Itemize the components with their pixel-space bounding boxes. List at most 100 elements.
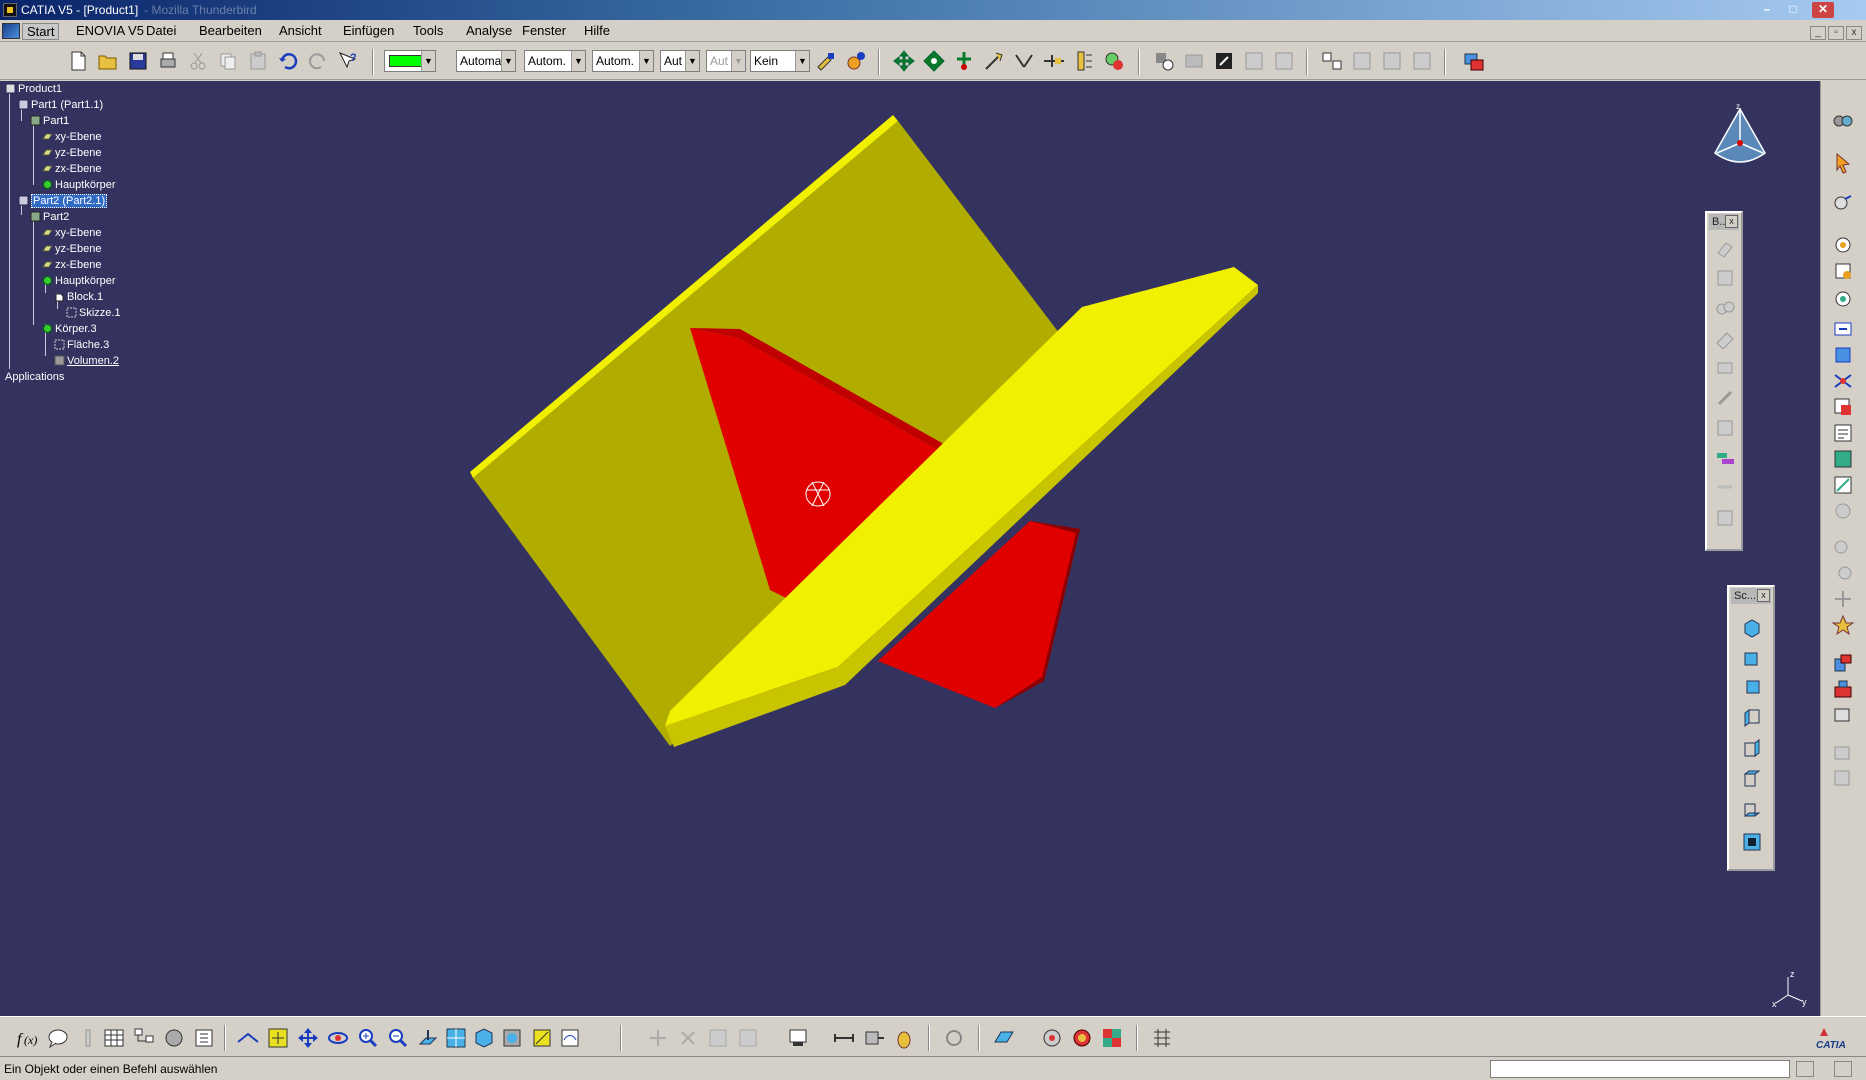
knowledge-icon[interactable] [1242,49,1266,73]
tree-node-body-3[interactable]: Körper.3 [42,321,97,337]
menu-einfuegen[interactable]: Einfügen [339,23,398,40]
properties-icon[interactable] [844,49,868,73]
multi-view-icon[interactable] [444,1026,468,1050]
new-product-icon[interactable] [1831,233,1855,257]
color-dropdown[interactable]: ▼ [384,50,436,72]
top-view-icon[interactable] [1741,767,1763,789]
spreadsheet-icon[interactable] [676,1026,700,1050]
menu-start[interactable]: Start [22,23,60,40]
grid-icon[interactable] [1150,1026,1174,1050]
boolean-color-icon[interactable] [1714,447,1736,469]
compass-icon[interactable]: z [1705,103,1775,183]
bottom-view-icon[interactable] [1741,797,1763,819]
snap-icon[interactable] [922,49,946,73]
hide-show-icon[interactable] [192,1026,216,1050]
menu-ansicht[interactable]: Ansicht [275,23,326,40]
tree-node-product1[interactable]: Product1 [5,81,62,97]
point-type-dropdown[interactable]: Aut ▼ [660,50,700,72]
tree-node-applications[interactable]: Applications [5,369,64,385]
replace-component-icon[interactable] [1831,317,1855,341]
mdi-close-button[interactable]: x [1846,26,1862,40]
print-icon[interactable] [156,49,180,73]
manipulation-icon[interactable] [1831,109,1855,133]
select-arrow-icon[interactable] [1831,151,1855,175]
tree-node-xy-plane-2[interactable]: xy-Ebene [42,225,101,241]
smart-move-icon[interactable] [952,49,976,73]
close-button[interactable]: ✕ [1812,2,1834,18]
copy-icon[interactable] [216,49,240,73]
macro-icon[interactable] [1212,49,1236,73]
existing-component-icon[interactable] [1831,287,1855,311]
new-component-icon[interactable] [1831,191,1855,215]
plane-display-icon[interactable] [992,1026,1016,1050]
measure-between-icon[interactable] [832,1026,856,1050]
menu-bearbeiten[interactable]: Bearbeiten [195,23,266,40]
filter-icon[interactable] [736,1026,760,1050]
menu-tools[interactable]: Tools [409,23,447,40]
hide-show-geometry-icon[interactable] [530,1026,554,1050]
manage-representations-icon[interactable] [1831,421,1855,445]
catia-app-icon[interactable] [3,3,17,17]
rotate-icon[interactable] [326,1026,350,1050]
iso-view-icon[interactable] [472,1026,496,1050]
tree-node-body-1[interactable]: Hauptkörper [42,177,116,193]
manipulate-icon[interactable] [1831,499,1855,523]
document-icon[interactable] [2,23,20,39]
left-view-icon[interactable] [1741,707,1763,729]
tree-node-part2[interactable]: Part2 [30,209,69,225]
menu-datei[interactable]: Datei [142,23,180,40]
apply-material-icon[interactable] [1100,1026,1124,1050]
menu-analyse[interactable]: Analyse [462,23,516,40]
new-file-icon[interactable] [66,49,90,73]
fast-multi-instantiation-icon[interactable] [1831,473,1855,497]
status-button-1[interactable] [1796,1061,1814,1077]
render-style-dropdown[interactable]: Kein ▼ [750,50,810,72]
scene-icon[interactable] [706,1026,730,1050]
zoom-out-icon[interactable] [386,1026,410,1050]
comment-icon[interactable] [46,1026,70,1050]
status-button-2[interactable] [1834,1061,1852,1077]
formula-fx-icon[interactable]: f (x) [16,1026,40,1050]
fit-to-space-icon[interactable] [646,1026,670,1050]
tree-view-icon[interactable] [132,1026,156,1050]
whats-this-icon[interactable]: ? [336,49,360,73]
paste-icon[interactable] [246,49,270,73]
close-icon[interactable]: x [1725,215,1738,228]
tree-node-zx-plane-1[interactable]: zx-Ebene [42,161,101,177]
fit-all-in-icon[interactable] [266,1026,290,1050]
floating-toolbar-title[interactable]: Sc... x [1731,588,1771,604]
rule-icon[interactable] [76,1026,100,1050]
right-view-icon[interactable] [1741,737,1763,759]
update-icon[interactable] [1182,49,1206,73]
move-icon[interactable] [892,49,916,73]
close-icon[interactable]: x [1757,589,1770,602]
remove-icon[interactable] [1714,327,1736,349]
measure-item-icon[interactable] [862,1026,886,1050]
pan-icon[interactable] [296,1026,320,1050]
tree-node-surface[interactable]: Fläche.3 [54,337,109,353]
clash-icon[interactable] [1012,49,1036,73]
union-trim-icon[interactable] [1714,387,1736,409]
constraint-contact-icon[interactable] [1831,677,1855,701]
constraint-coincidence-icon[interactable] [1831,651,1855,675]
tree-node-part1[interactable]: Part1 [30,113,69,129]
tree-node-sketch[interactable]: Skizze.1 [66,305,121,321]
3d-viewport[interactable]: Product1 Part1 (Part1.1) Part1 xy-Ebene … [0,81,1820,1016]
measure-inertia-icon[interactable] [892,1026,916,1050]
new-part-icon[interactable] [1410,49,1434,73]
table-icon[interactable] [102,1026,126,1050]
cut-icon[interactable] [186,49,210,73]
reuse-pattern-icon[interactable] [1831,767,1855,791]
multi-instantiation-icon[interactable] [1831,447,1855,471]
swap-space-icon[interactable] [558,1026,582,1050]
save-icon[interactable] [126,49,150,73]
sew-icon[interactable] [1714,507,1736,529]
undo-icon[interactable] [276,49,300,73]
new-component-icon[interactable] [1350,49,1374,73]
explode-component-icon[interactable] [1831,587,1855,611]
transparency-dropdown[interactable]: Automa ▼ [456,50,516,72]
constraint-offset-icon[interactable] [1831,703,1855,727]
tree-node-yz-plane-1[interactable]: yz-Ebene [42,145,101,161]
tree-node-body-2[interactable]: Hauptkörper [42,273,116,289]
maximize-button[interactable]: □ [1782,2,1804,18]
